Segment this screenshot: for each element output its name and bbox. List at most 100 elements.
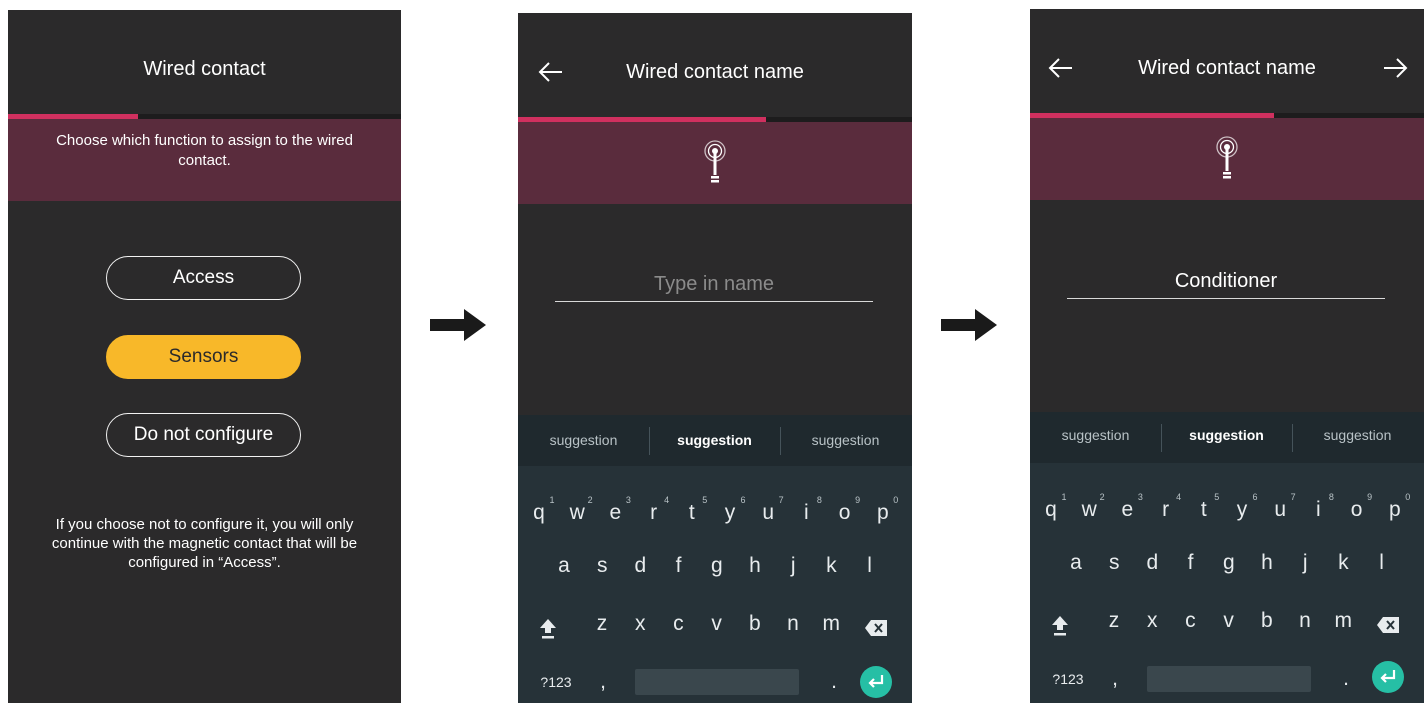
key-row-2: asdfghjkl: [518, 554, 912, 594]
key-hint-8: 8: [1328, 492, 1334, 502]
suggestion-center[interactable]: suggestion: [649, 432, 780, 448]
key-l[interactable]: l: [1369, 551, 1395, 575]
key-h[interactable]: h: [1254, 551, 1280, 575]
key-l[interactable]: l: [857, 554, 883, 578]
key-d[interactable]: d: [1139, 551, 1165, 575]
key-x[interactable]: x: [1139, 609, 1165, 633]
suggestion-left[interactable]: suggestion: [1030, 427, 1161, 443]
key-s[interactable]: s: [1101, 551, 1127, 575]
key-n[interactable]: n: [780, 612, 806, 636]
backspace-icon[interactable]: [1376, 616, 1400, 634]
key-n[interactable]: n: [1292, 609, 1318, 633]
key-b[interactable]: b: [742, 612, 768, 636]
key-c[interactable]: c: [1177, 609, 1203, 633]
period-key[interactable]: .: [821, 670, 847, 694]
key-h[interactable]: h: [742, 554, 768, 578]
app-bar: Wired contact name: [518, 13, 912, 117]
icon-band: [1030, 118, 1424, 200]
arrow-right-icon: [1384, 58, 1408, 78]
shift-icon[interactable]: [538, 617, 558, 639]
key-s[interactable]: s: [589, 554, 615, 578]
key-hint-9: 9: [1367, 492, 1373, 502]
key-z[interactable]: z: [1101, 609, 1127, 633]
backspace-icon[interactable]: [864, 619, 888, 637]
arrow-right-icon: [941, 309, 997, 341]
instruction-text: Choose which function to assign to the w…: [56, 132, 353, 169]
page-title: Wired contact name: [1138, 57, 1316, 79]
enter-icon: [868, 675, 884, 688]
key-f[interactable]: f: [666, 554, 692, 578]
soft-keyboard: suggestion suggestion suggestion q1w2e3r…: [518, 415, 912, 703]
suggestion-bar: suggestion suggestion suggestion: [1030, 412, 1424, 463]
key-row-4: ?123 , .: [518, 666, 912, 703]
suggestion-bar: suggestion suggestion suggestion: [518, 415, 912, 466]
key-hint-3: 3: [625, 495, 631, 505]
sensor-antenna-icon: [704, 140, 726, 183]
key-hint-2: 2: [1099, 492, 1105, 502]
key-z[interactable]: z: [589, 612, 615, 636]
key-hint-5: 5: [1214, 492, 1220, 502]
access-option-button[interactable]: Access: [106, 256, 301, 300]
instruction-band: Choose which function to assign to the w…: [8, 119, 401, 201]
enter-key[interactable]: [1372, 661, 1404, 693]
key-k[interactable]: k: [1330, 551, 1356, 575]
key-v[interactable]: v: [1216, 609, 1242, 633]
symbols-key[interactable]: ?123: [536, 674, 576, 690]
key-hint-6: 6: [1252, 492, 1258, 502]
enter-key[interactable]: [860, 666, 892, 698]
symbols-key[interactable]: ?123: [1048, 671, 1088, 687]
configuration-note: If you choose not to configure it, you w…: [51, 516, 358, 571]
key-j[interactable]: j: [1292, 551, 1318, 575]
name-input[interactable]: Type in name: [555, 273, 873, 302]
key-c[interactable]: c: [665, 612, 691, 636]
suggestion-center[interactable]: suggestion: [1161, 427, 1292, 443]
sensors-option-button[interactable]: Sensors: [106, 335, 301, 379]
key-b[interactable]: b: [1254, 609, 1280, 633]
key-row-2: asdfghjkl: [1030, 551, 1424, 591]
shift-icon[interactable]: [1050, 614, 1070, 636]
key-m[interactable]: m: [1330, 609, 1356, 633]
comma-key[interactable]: ,: [1102, 667, 1128, 691]
key-hint-5: 5: [702, 495, 708, 505]
key-d[interactable]: d: [627, 554, 653, 578]
next-button[interactable]: [1380, 53, 1410, 83]
period-key[interactable]: .: [1333, 667, 1359, 691]
key-hint-4: 4: [664, 495, 670, 505]
key-row-3: zxcvbnm: [518, 612, 912, 652]
space-key[interactable]: [1147, 666, 1311, 692]
key-row-4: ?123 , .: [1030, 661, 1424, 703]
key-f[interactable]: f: [1178, 551, 1204, 575]
do-not-configure-option-button[interactable]: Do not configure: [106, 413, 301, 457]
screen-wired-contact-name-filled: Wired contact name Conditioner suggestio…: [1030, 9, 1424, 703]
key-row-3: zxcvbnm: [1030, 609, 1424, 649]
enter-icon: [1380, 670, 1396, 683]
app-bar: Wired contact name: [1030, 9, 1424, 113]
space-key[interactable]: [635, 669, 799, 695]
key-j[interactable]: j: [780, 554, 806, 578]
key-g[interactable]: g: [704, 554, 730, 578]
name-input[interactable]: Conditioner: [1067, 270, 1385, 299]
key-a[interactable]: a: [551, 554, 577, 578]
key-a[interactable]: a: [1063, 551, 1089, 575]
app-bar: Wired contact: [8, 10, 401, 114]
page-title: Wired contact: [143, 58, 266, 80]
key-row-1: q1w2e3r4t5y6u7i8o9p0: [518, 495, 912, 535]
suggestion-right[interactable]: suggestion: [780, 432, 911, 448]
key-hint-3: 3: [1137, 492, 1143, 502]
soft-keyboard: suggestion suggestion suggestion q1w2e3r…: [1030, 412, 1424, 703]
suggestion-right[interactable]: suggestion: [1292, 427, 1423, 443]
key-hint-7: 7: [1290, 492, 1296, 502]
comma-key[interactable]: ,: [590, 670, 616, 694]
key-k[interactable]: k: [818, 554, 844, 578]
page-title: Wired contact name: [626, 61, 804, 83]
key-v[interactable]: v: [704, 612, 730, 636]
key-g[interactable]: g: [1216, 551, 1242, 575]
key-hint-7: 7: [778, 495, 784, 505]
key-hint-4: 4: [1176, 492, 1182, 502]
key-hint-0: 0: [893, 495, 899, 505]
key-x[interactable]: x: [627, 612, 653, 636]
key-m[interactable]: m: [818, 612, 844, 636]
suggestion-left[interactable]: suggestion: [518, 432, 649, 448]
key-hint-6: 6: [740, 495, 746, 505]
key-hint-1: 1: [1061, 492, 1067, 502]
